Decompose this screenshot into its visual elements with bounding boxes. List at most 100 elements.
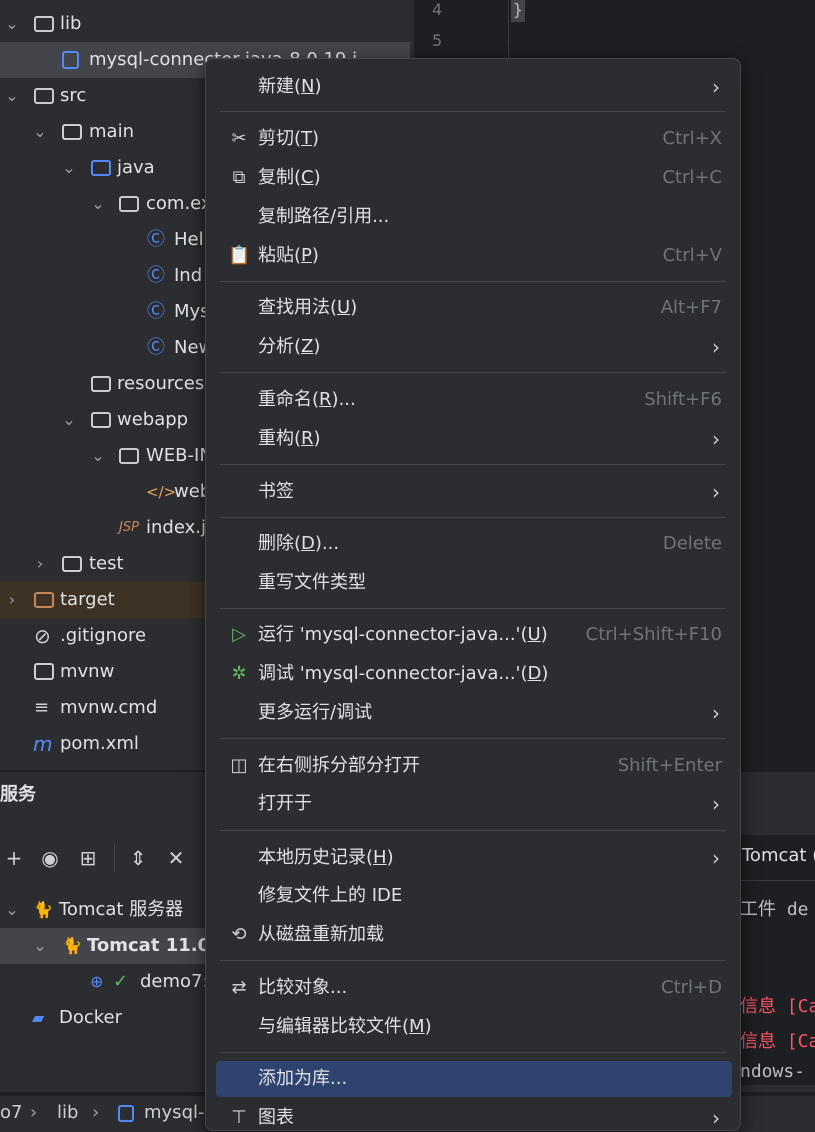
chevron-down-icon[interactable]: ⌄ (88, 438, 108, 474)
copy-icon: ⧉ (232, 167, 246, 188)
menu-item-cut[interactable]: ✂ 剪切(T) Ctrl+X (216, 121, 732, 157)
menu-item-delete[interactable]: 删除(D)... Delete (216, 526, 732, 562)
menu-item-paste[interactable]: 📋 粘贴(P) Ctrl+V (216, 238, 732, 274)
menu-separator (220, 960, 726, 961)
menu-item-refactor[interactable]: 重构(R) › (216, 421, 732, 457)
menu-item-more-run-debug[interactable]: 更多运行/调试 › (216, 695, 732, 731)
menu-item-add-as-library[interactable]: 添加为库... (216, 1061, 732, 1097)
folder-icon (34, 16, 54, 32)
menu-label: 复制( (258, 167, 302, 188)
chevron-down-icon[interactable]: ⌄ (59, 150, 79, 186)
menu-separator (220, 464, 726, 465)
menu-item-run[interactable]: ▷ 运行 'mysql-connector-java...'(U) Ctrl+S… (216, 617, 732, 653)
menu-mnemonic: Z (301, 336, 314, 357)
menu-mnemonic: C (301, 167, 314, 188)
ignore-file-icon: ⊘ (34, 624, 51, 648)
menu-label: 剪切( (258, 128, 302, 149)
chevron-down-icon[interactable]: ⌄ (2, 892, 22, 928)
text-file-icon: ≡ (34, 697, 50, 718)
bug-icon: ✲ (231, 663, 247, 684)
context-menu: 新建(N) › ✂ 剪切(T) Ctrl+X ⧉ 复制(C) Ctrl+C 复制… (205, 58, 741, 1131)
menu-item-open-split-right[interactable]: ◫ 在右侧拆分部分打开 Shift+Enter (216, 748, 732, 784)
menu-label: 粘贴( (258, 245, 302, 266)
menu-item-diagrams[interactable]: ⊤ 图表 › (216, 1100, 732, 1130)
tree-item-lib[interactable]: ⌄ lib (0, 6, 410, 42)
breadcrumb-file[interactable]: mysql- (144, 1102, 205, 1123)
console-output[interactable]: Tomcat ( 工件 de 信息 [Ca 信息 [Ca ndows- (740, 835, 815, 1085)
menu-item-local-history[interactable]: 本地历史记录(H) › (216, 840, 732, 876)
chevron-down-icon[interactable]: ⌄ (30, 928, 50, 964)
menu-item-new[interactable]: 新建(N) › (216, 69, 732, 105)
menu-separator (220, 111, 726, 112)
console-tab-tomcat[interactable]: Tomcat ( (742, 845, 815, 866)
class-icon: Ⓒ (147, 337, 165, 358)
menu-item-open-in[interactable]: 打开于 › (216, 786, 732, 822)
compare-icon: ⇄ (231, 977, 247, 998)
menu-label-tail: ) (540, 624, 548, 645)
service-item-artifact[interactable]: ⊕ ✓ demo7: (0, 964, 209, 1000)
menu-item-copy[interactable]: ⧉ 复制(C) Ctrl+C (216, 160, 732, 196)
folder-icon (62, 124, 82, 140)
artifact-icon: ⊕ (90, 972, 104, 991)
class-icon: Ⓒ (147, 265, 165, 286)
collapse-all-icon[interactable]: ✕ (162, 840, 190, 876)
chevron-down-icon[interactable]: ⌄ (30, 114, 50, 150)
menu-item-bookmarks[interactable]: 书签 › (216, 474, 732, 510)
menu-label-tail: ) (313, 428, 321, 449)
menu-label: 图表 (258, 1107, 294, 1128)
chevron-down-icon[interactable]: ⌄ (2, 78, 22, 114)
menu-label: 分析( (258, 336, 302, 357)
menu-label: 与编辑器比较文件( (258, 1016, 410, 1037)
menu-item-find-usages[interactable]: 查找用法(U) Alt+F7 (216, 290, 732, 326)
chevron-down-icon[interactable]: ⌄ (2, 6, 22, 42)
menu-label: 更多运行/调试 (258, 702, 373, 723)
menu-mnemonic: M (409, 1016, 425, 1037)
services-title: 服务 (0, 784, 36, 805)
chevron-right-icon[interactable]: › (2, 582, 22, 618)
menu-shortcut: Shift+F6 (644, 389, 722, 410)
menu-shortcut: Alt+F7 (660, 297, 722, 318)
chevron-right-icon[interactable]: › (30, 546, 50, 582)
menu-separator (220, 372, 726, 373)
menu-item-compare-with-editor[interactable]: 与编辑器比较文件(M) (216, 1009, 732, 1045)
console-tab-divider (740, 880, 815, 881)
console-line: 信息 [Ca (740, 996, 815, 1017)
new-group-icon[interactable]: ⊞ (74, 840, 102, 876)
expand-all-icon[interactable]: ⇕ (124, 840, 152, 876)
menu-label: 本地历史记录( (258, 847, 374, 868)
menu-item-compare-with[interactable]: ⇄ 比较对象... Ctrl+D (216, 970, 732, 1006)
menu-item-debug[interactable]: ✲ 调试 'mysql-connector-java...'(D) (216, 656, 732, 692)
menu-item-override-file-type[interactable]: 重写文件类型 (216, 565, 732, 601)
menu-label: 查找用法( (258, 297, 338, 318)
menu-shortcut: Ctrl+X (662, 128, 722, 149)
folder-icon (62, 556, 82, 572)
eye-icon[interactable]: ◉ (36, 840, 64, 876)
menu-shortcut: Shift+Enter (617, 755, 722, 776)
service-item-docker[interactable]: ▰ Docker (0, 1000, 205, 1036)
menu-item-copy-path[interactable]: 复制路径/引用... (216, 199, 732, 235)
menu-item-repair-ide[interactable]: 修复文件上的 IDE (216, 878, 732, 914)
menu-separator (220, 830, 726, 831)
service-item-tomcat-instance[interactable]: ⌄ 🐈 Tomcat 11.0.1 (0, 928, 229, 964)
breadcrumb-lib[interactable]: lib (57, 1102, 78, 1123)
menu-item-rename[interactable]: 重命名(R)... Shift+F6 (216, 382, 732, 418)
menu-mnemonic: D (301, 533, 315, 554)
console-line: 工件 de (740, 899, 809, 920)
menu-separator (220, 1052, 726, 1053)
add-icon[interactable]: + (0, 840, 28, 876)
breadcrumb-project[interactable]: o7 (0, 1102, 22, 1123)
chevron-right-icon: › (712, 846, 720, 870)
menu-label-tail: ) (313, 336, 321, 357)
chevron-down-icon[interactable]: ⌄ (59, 402, 79, 438)
menu-label: 重写文件类型 (258, 572, 366, 593)
docker-icon: ▰ (32, 1008, 45, 1027)
menu-shortcut: Ctrl+Shift+F10 (585, 624, 722, 645)
run-icon: ▷ (232, 624, 246, 645)
menu-item-analyze[interactable]: 分析(Z) › (216, 329, 732, 365)
menu-item-reload-from-disk[interactable]: ⟲ 从磁盘重新加载 (216, 917, 732, 953)
menu-label: 新建( (258, 76, 302, 97)
clipboard-icon: 📋 (228, 245, 251, 266)
toolbar-divider (114, 844, 115, 872)
chevron-down-icon[interactable]: ⌄ (88, 186, 108, 222)
menu-label: 书签 (258, 481, 294, 502)
